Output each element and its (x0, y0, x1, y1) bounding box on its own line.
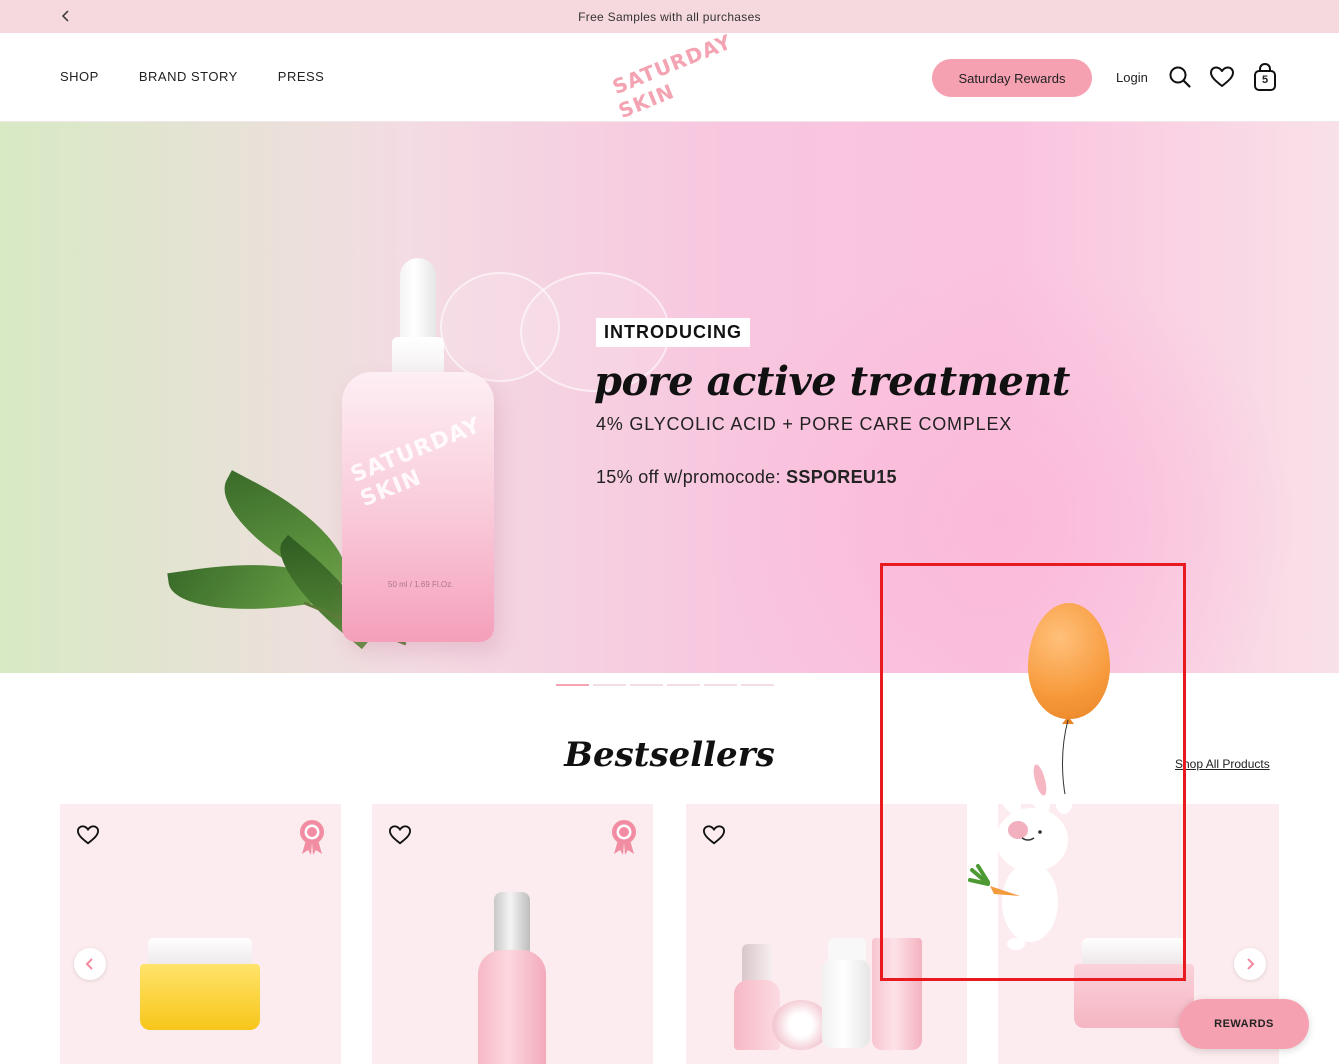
nav-press[interactable]: PRESS (278, 69, 325, 84)
slider-dot[interactable] (704, 684, 737, 686)
heart-icon[interactable] (1209, 64, 1235, 90)
brand-logo[interactable]: SATURDAY SKIN (608, 29, 735, 123)
vitamin-jar (140, 964, 260, 1030)
toner-bottle (478, 950, 546, 1064)
wishlist-heart-icon[interactable] (702, 824, 726, 846)
wishlist-heart-icon[interactable] (388, 824, 412, 846)
product-card[interactable] (60, 804, 341, 1064)
announcement-bar: Free Samples with all purchases (0, 0, 1339, 33)
shop-all-products-link[interactable]: Shop All Products (1175, 757, 1270, 771)
rewards-floating-button[interactable]: REWARDS (1179, 999, 1309, 1049)
promo-prefix: 15% off w/promocode: (596, 467, 787, 487)
cream-jar (1074, 964, 1194, 1028)
carousel-prev-button[interactable] (74, 948, 106, 980)
slider-dot[interactable] (593, 684, 626, 686)
hero-promo: 15% off w/promocode: SSPOREU15 (596, 467, 897, 488)
mini-tube (872, 938, 922, 1050)
orange-balloon (1028, 603, 1110, 719)
hero-badge: INTRODUCING (596, 318, 750, 347)
mini-bottle-cap (742, 944, 772, 982)
hero-banner[interactable]: SATURDAY SKIN 50 ml / 1.69 Fl.Oz. INTROD… (0, 122, 1339, 673)
bottle-dropper (400, 258, 436, 342)
mini-cleanser (822, 960, 870, 1048)
product-card[interactable] (372, 804, 653, 1064)
hero-title: pore active treatment (594, 358, 1070, 405)
chevron-left-icon[interactable] (56, 6, 76, 26)
product-card[interactable] (686, 804, 967, 1064)
bottle-cap (494, 892, 530, 954)
search-icon[interactable] (1167, 64, 1193, 90)
nav-brand-story[interactable]: BRAND STORY (139, 69, 238, 84)
hero-subtitle: 4% GLYCOLIC ACID + PORE CARE COMPLEX (596, 414, 1013, 434)
slider-dot[interactable] (630, 684, 663, 686)
bestsellers-title: Bestsellers (564, 735, 775, 775)
main-nav: SHOP BRAND STORY PRESS (60, 69, 324, 84)
saturday-rewards-button[interactable]: Saturday Rewards (932, 59, 1092, 97)
hero-slider-dots (556, 684, 774, 686)
site-header: SHOP BRAND STORY PRESS SATURDAY SKIN Sat… (0, 29, 1339, 123)
award-badge-icon (609, 818, 639, 856)
award-badge-icon (297, 818, 327, 856)
login-link[interactable]: Login (1116, 70, 1148, 85)
announcement-text: Free Samples with all purchases (578, 9, 761, 24)
cart-count: 5 (1261, 74, 1269, 86)
wishlist-heart-icon[interactable] (76, 824, 100, 846)
slider-dot[interactable] (741, 684, 774, 686)
cart-bag-icon[interactable]: 5 (1253, 62, 1279, 92)
nav-shop[interactable]: SHOP (60, 69, 99, 84)
promo-code: SSPOREU15 (786, 467, 897, 487)
bunny-illustration (968, 720, 1072, 950)
carousel-next-button[interactable] (1234, 948, 1266, 980)
bottle-volume: 50 ml / 1.69 Fl.Oz. (388, 580, 454, 589)
slider-dot[interactable] (667, 684, 700, 686)
slider-dot[interactable] (556, 684, 589, 686)
